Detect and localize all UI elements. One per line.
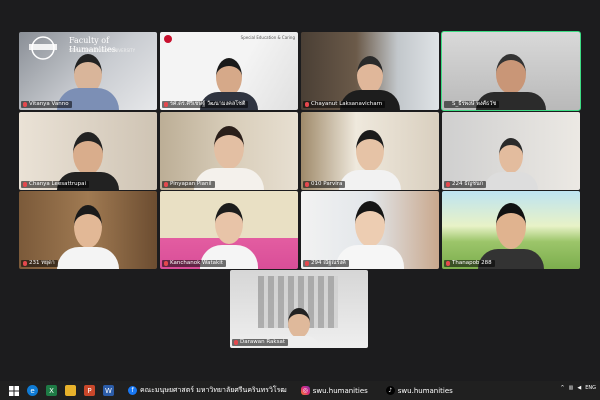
participant-tile-4-active-speaker[interactable]: S_ธีรพงษ์ พงศ์ธวัช — [441, 31, 581, 111]
participant-tile-2[interactable]: Special Education & Caring รศ.ดร.ศิริเชษ… — [160, 32, 298, 110]
muted-mic-icon — [23, 182, 27, 187]
participant-name-label: 224 ธัญชนก — [444, 181, 487, 188]
instagram-account: ◎ swu.humanities — [300, 386, 368, 395]
participant-tile-13[interactable]: Darawan Raksat — [230, 270, 368, 348]
facebook-page: f คณะมนุษยศาสตร์ มหาวิทยาลัยศรีนครินทรวิ… — [128, 385, 287, 396]
participant-name-label: 294 ณัฐณรงค์ — [303, 260, 349, 267]
facebook-icon: f — [128, 386, 137, 395]
participant-tile-1[interactable]: Faculty of Humanities SRINAKHARINWIROT U… — [19, 32, 157, 110]
special-education-label: Special Education & Caring — [240, 35, 295, 40]
participant-face — [496, 54, 526, 94]
muted-mic-icon — [305, 102, 309, 107]
edge-icon[interactable]: e — [27, 385, 38, 396]
participant-tile-12[interactable]: Thanapob 288 — [442, 191, 580, 269]
participant-tile-5[interactable]: Chanya Leesattrupai — [19, 112, 157, 190]
slide-subtitle: SRINAKHARINWIROT UNIVERSITY — [69, 48, 136, 53]
powerpoint-icon[interactable]: P — [84, 385, 95, 396]
participant-face — [216, 58, 242, 96]
participant-face — [357, 56, 383, 94]
facebook-page-name: คณะมนุษยศาสตร์ มหาวิทยาลัยศรีนครินทรวิโร… — [140, 386, 287, 394]
participant-tile-6[interactable]: Pinyapan Pianil — [160, 112, 298, 190]
muted-mic-icon — [164, 102, 168, 107]
chevron-up-icon[interactable]: ^ — [560, 385, 564, 391]
tiktok-handle: swu.humanities — [397, 386, 453, 395]
participant-face — [288, 308, 310, 338]
muted-mic-icon — [23, 102, 27, 107]
muted-mic-icon — [305, 182, 309, 187]
participant-tile-9[interactable]: 231 ทยุดา — [19, 191, 157, 269]
muted-mic-icon — [446, 182, 450, 187]
participant-face — [356, 130, 384, 171]
participant-face — [73, 132, 103, 175]
tiktok-icon: ♪ — [385, 386, 395, 395]
muted-mic-icon — [164, 261, 168, 266]
participant-name-label: Kanchanok Watakit — [162, 260, 226, 267]
participant-tile-3[interactable]: Chayanut Laksanavicharn — [301, 32, 439, 110]
participant-name-label: 231 ทยุดา — [21, 260, 58, 267]
participant-name-label: Thanapob 288 — [444, 260, 495, 267]
excel-icon[interactable]: X — [46, 385, 57, 396]
file-explorer-icon[interactable] — [65, 385, 76, 396]
university-logo — [164, 35, 172, 43]
participant-name-label: Darawan Raksat — [232, 339, 288, 346]
participant-face — [496, 203, 526, 249]
participant-body — [484, 172, 538, 190]
system-tray: ^ ▥ ◀ ENG — [560, 385, 596, 391]
windows-taskbar: e X P W f คณะมนุษยศาสตร์ มหาวิทยาลัยศรีน… — [0, 381, 600, 400]
network-icon[interactable]: ▥ — [569, 385, 574, 391]
muted-mic-icon — [234, 340, 238, 345]
participant-face — [214, 126, 244, 169]
participant-body — [57, 247, 119, 269]
participant-face — [355, 201, 385, 247]
windows-start-icon[interactable] — [8, 385, 19, 396]
participant-name-label: Pinyapan Pianil — [162, 181, 215, 188]
instagram-handle: swu.humanities — [312, 386, 368, 395]
faculty-logo — [29, 36, 57, 60]
participant-name-label: Chayanut Laksanavicharn — [303, 101, 386, 108]
muted-mic-icon — [164, 182, 168, 187]
participant-name-label: Vitanya Vanno — [21, 101, 72, 108]
language-indicator[interactable]: ENG — [585, 385, 596, 391]
participant-name-label: 010 Parvira — [303, 181, 346, 188]
muted-mic-icon — [23, 261, 27, 266]
muted-mic-icon — [446, 261, 450, 266]
participant-tile-8[interactable]: 224 ธัญชนก — [442, 112, 580, 190]
participant-name-label: S_ธีรพงษ์ พงศ์ธวัช — [444, 101, 500, 108]
participant-body — [339, 170, 401, 190]
tiktok-account: ♪ swu.humanities — [385, 386, 453, 395]
instagram-icon: ◎ — [300, 386, 310, 395]
participant-name-label: Chanya Leesattrupai — [21, 181, 89, 188]
muted-mic-icon — [305, 261, 309, 266]
participant-tile-11[interactable]: 294 ณัฐณรงค์ — [301, 191, 439, 269]
volume-icon[interactable]: ◀ — [577, 385, 581, 391]
video-grid: Faculty of Humanities SRINAKHARINWIROT U… — [0, 0, 600, 381]
word-icon[interactable]: W — [103, 385, 114, 396]
participant-face — [215, 203, 243, 244]
participant-face — [74, 205, 102, 248]
participant-tile-10[interactable]: Kanchanok Watakit — [160, 191, 298, 269]
participant-name-label: รศ.ดร.ศิริเชษฐ์ วัฒนามงคลโชติ — [162, 101, 249, 108]
participant-tile-7[interactable]: 010 Parvira — [301, 112, 439, 190]
participant-face — [499, 138, 523, 173]
